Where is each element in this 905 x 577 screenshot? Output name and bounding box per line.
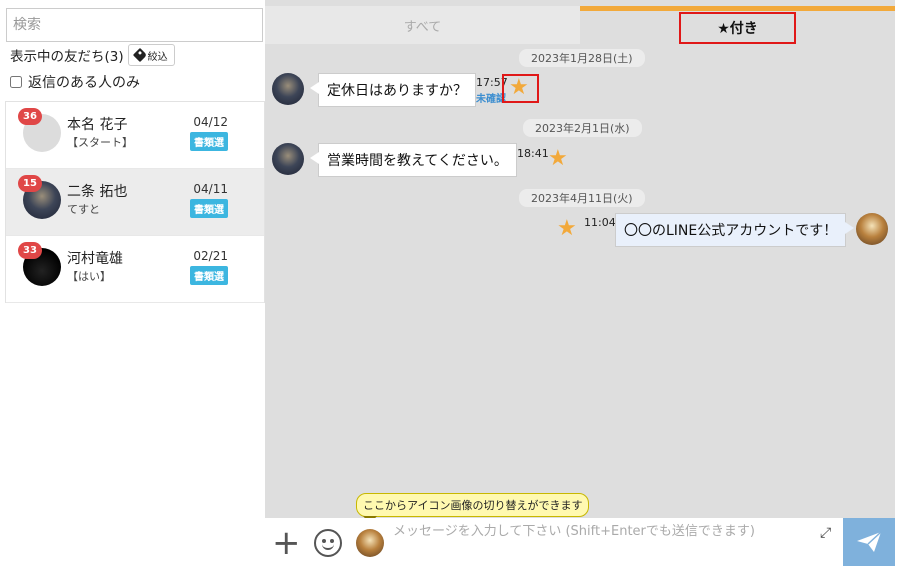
star-icon[interactable]: ★ [557, 218, 577, 240]
date-separator: 2023年4月11日(火) [519, 189, 645, 207]
chat-scroll-gutter [895, 0, 905, 518]
account-avatar [856, 213, 888, 245]
message-input[interactable] [393, 520, 843, 568]
friend-item[interactable]: 33 河村竜雄 【はい】 02/21 書類選 [6, 236, 264, 303]
icon-switch-tooltip: ここからアイコン画像の切り替えができます [356, 493, 590, 524]
message-bubble: 〇〇のLINE公式アカウントです！ [615, 213, 855, 247]
sidebar: 表示中の友だち(3) 絞込 返信のある人のみ 36 本名 花子 【スタート】 0… [0, 0, 265, 577]
chat-tabs: すべて ★付き [265, 6, 895, 44]
date-separator: 2023年1月28日(土) [519, 49, 645, 67]
friend-avatar [272, 73, 304, 105]
filter-button[interactable]: 絞込 [127, 44, 175, 66]
friend-subtext: てすと [67, 203, 100, 216]
message-bubble: 営業時間を教えてください。 [310, 143, 517, 177]
unread-badge: 33 [18, 242, 42, 259]
filter-label: 絞込 [147, 51, 168, 63]
friend-count-row: 表示中の友だち(3) 絞込 [10, 44, 175, 66]
friend-name: 二条 拓也 [67, 184, 128, 200]
unread-badge: 36 [18, 108, 42, 125]
message-bubble: 定休日はありますか？ [310, 73, 476, 107]
friend-date: 04/11 [193, 182, 228, 196]
friend-name: 河村竜雄 [67, 251, 123, 267]
emoji-icon[interactable] [314, 529, 342, 557]
search-input[interactable] [6, 8, 263, 42]
plus-icon[interactable]: + [272, 526, 301, 560]
star-icon[interactable]: ★ [509, 77, 529, 99]
tag-icon [132, 47, 147, 63]
friend-avatar [272, 143, 304, 175]
status-badge: 書類選 [190, 132, 228, 151]
reply-only-checkbox[interactable] [10, 76, 22, 88]
reply-only-label: 返信のある人のみ [28, 75, 140, 91]
friend-item[interactable]: 36 本名 花子 【スタート】 04/12 書類選 [6, 102, 264, 169]
date-separator: 2023年2月1日(水) [523, 119, 642, 137]
tab-starred-label: ★付き [679, 11, 796, 44]
friend-subtext: 【スタート】 [67, 136, 133, 149]
expand-icon[interactable]: ⤢ [820, 525, 831, 541]
sender-icon-switch[interactable] [356, 529, 384, 557]
friend-date: 02/21 [193, 249, 228, 263]
message-input-bar: + ⤢ [265, 518, 905, 577]
unread-badge: 15 [18, 175, 42, 192]
message-time: 11:04 [584, 216, 616, 229]
friend-name: 本名 花子 [67, 117, 128, 133]
status-badge: 書類選 [190, 266, 228, 285]
send-button[interactable] [843, 518, 895, 566]
star-icon[interactable]: ★ [548, 148, 568, 170]
reply-only-filter[interactable]: 返信のある人のみ [10, 72, 140, 92]
friend-item[interactable]: 15 二条 拓也 てすと 04/11 書類選 [6, 169, 264, 236]
tab-starred[interactable]: ★付き [580, 6, 895, 44]
tab-all[interactable]: すべて [265, 6, 580, 44]
friend-subtext: 【はい】 [67, 270, 111, 283]
status-badge: 書類選 [190, 199, 228, 218]
send-icon [857, 531, 882, 552]
friend-list: 36 本名 花子 【スタート】 04/12 書類選 15 二条 拓也 てすと 0… [5, 101, 265, 303]
friend-count-label: 表示中の友だち(3) [10, 49, 124, 65]
emoji-icon-mouth [322, 543, 334, 550]
friend-date: 04/12 [193, 115, 228, 129]
message-time: 18:41 [517, 147, 549, 160]
